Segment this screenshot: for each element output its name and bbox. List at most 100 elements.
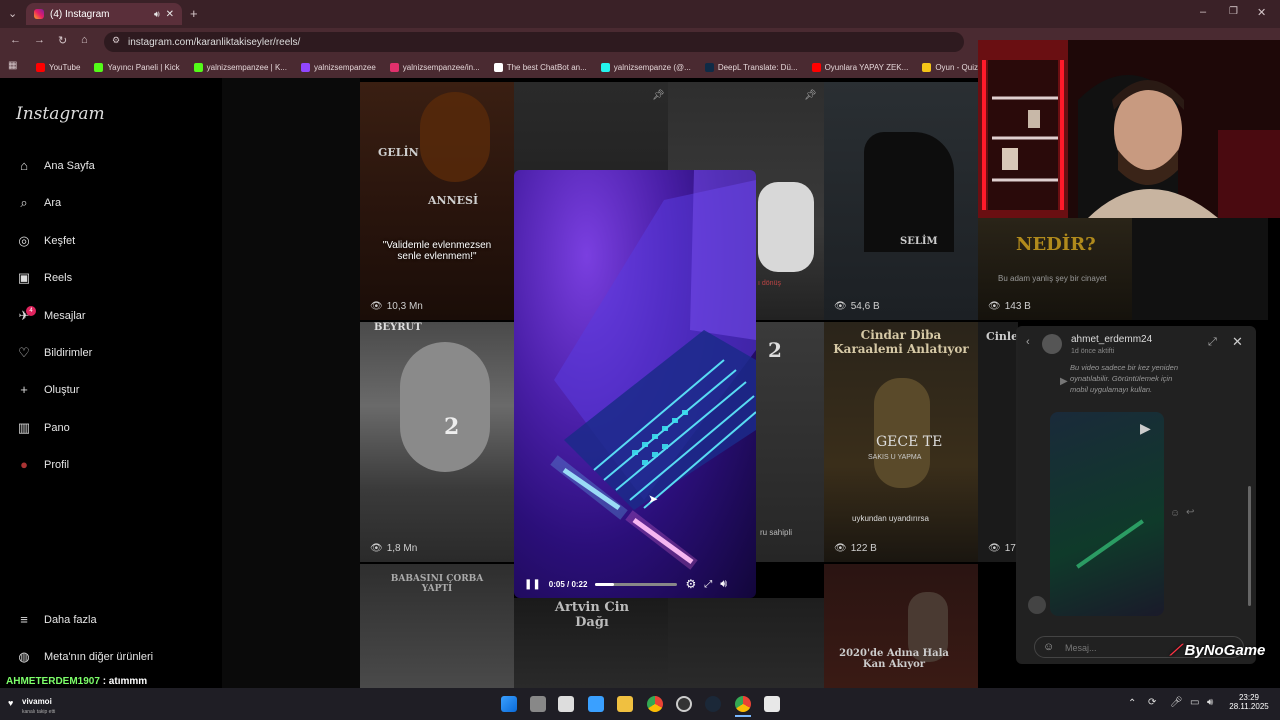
- bynogame-logo-icon: ⟋: [1170, 642, 1181, 659]
- microphone-icon[interactable]: 🎤︎: [1170, 697, 1183, 708]
- sidebar-item-ana-sayfa[interactable]: ⌂ Ana Sayfa: [16, 158, 95, 173]
- tile-label: ANNESİ: [428, 194, 479, 207]
- chrome-icon[interactable]: [647, 696, 663, 712]
- view-count: 👁︎ 10,3 Mn: [370, 301, 423, 312]
- tray-chevron-icon[interactable]: ⌃: [1128, 698, 1136, 709]
- settings-gear-icon[interactable]: ⚙: [685, 577, 696, 591]
- emoji-icon[interactable]: ☺: [1043, 641, 1054, 653]
- network-icon[interactable]: ⟳: [1148, 697, 1156, 708]
- tab-audio-icon[interactable]: 🔊︎: [154, 9, 160, 20]
- tab-list-chevron-icon[interactable]: ⌄: [8, 7, 17, 20]
- reel-tile[interactable]: BEYRUT 2 👁︎ 1,8 Mn: [360, 322, 514, 562]
- task-view-icon[interactable]: [530, 696, 546, 712]
- reel-video-player[interactable]: ➤: [514, 170, 756, 598]
- sidebar-item-olu-tur[interactable]: + Oluştur: [16, 382, 79, 397]
- bookmark-label: yalnizsempanzee | K...: [206, 62, 287, 72]
- bookmark-item[interactable]: yalnizsempanzee: [300, 62, 376, 72]
- minimize-button[interactable]: –: [1200, 6, 1206, 18]
- windows-taskbar: [0, 688, 1280, 720]
- windows-start-icon[interactable]: [501, 696, 517, 712]
- bookmark-item[interactable]: Oyun - Quizei: [922, 62, 984, 72]
- reply-icon[interactable]: ↩: [1186, 507, 1194, 518]
- restore-button[interactable]: ❐: [1229, 6, 1238, 17]
- home-icon[interactable]: ⌂: [81, 34, 88, 46]
- sidebar-item-label: Reels: [44, 272, 73, 285]
- meta-products-button[interactable]: ◍ Meta'nın diğer ürünleri: [16, 649, 153, 665]
- site-info-icon[interactable]: ⚙: [112, 35, 120, 46]
- window-close-button[interactable]: ✕: [1257, 6, 1266, 19]
- sidebar-item-label: Profil: [44, 458, 70, 471]
- close-icon[interactable]: ✕: [1232, 334, 1243, 350]
- video-progress-bar[interactable]: [595, 582, 678, 586]
- speaker-icon[interactable]: 🔊︎: [1207, 697, 1213, 708]
- snipping-tool-icon[interactable]: [558, 696, 574, 712]
- reel-tile[interactable]: BABASINI ÇORBA YAPTI: [360, 564, 514, 688]
- pause-icon[interactable]: ❚❚: [524, 579, 541, 590]
- volume-icon[interactable]: 🔊︎: [720, 578, 727, 591]
- more-menu-button[interactable]: ≡ Daha fazla: [16, 612, 96, 627]
- eye-icon: 👁︎: [988, 301, 1001, 312]
- sidebar-item-bildirimler[interactable]: ♡ Bildirimler: [16, 345, 92, 361]
- sidebar-item-ke-fet[interactable]: ◎ Keşfet: [16, 233, 75, 249]
- bookmark-item[interactable]: The best ChatBot an...: [493, 62, 587, 72]
- sidebar-item-pano[interactable]: ▥ Pano: [16, 420, 70, 436]
- bookmark-item[interactable]: yalnizsempanzee | K...: [193, 62, 287, 72]
- bookmark-item[interactable]: yalnizsempanzee/in...: [389, 62, 480, 72]
- address-bar[interactable]: ⚙ instagram.com/karanliktakiseyler/reels…: [104, 32, 964, 52]
- reel-tile[interactable]: [668, 598, 824, 688]
- reel-tile[interactable]: NEDİR? Bu adam yanlış şey bir cinayet 👁︎…: [978, 218, 1132, 320]
- chevron-left-icon[interactable]: ‹: [1026, 336, 1030, 348]
- bookmark-label: Oyunlara YAPAY ZEK...: [824, 62, 909, 72]
- bookmark-item[interactable]: yalnizsempanze (@...: [600, 62, 691, 72]
- sidebar-nav-icon: ▣: [17, 270, 31, 286]
- tile-caption: ı dönüş: [758, 280, 781, 287]
- apps-grid-icon[interactable]: ▦: [8, 60, 17, 71]
- reel-tile[interactable]: Artvin Cin Dağı: [514, 598, 668, 688]
- browser-tab[interactable]: (4) Instagram 🔊︎ ✕: [26, 3, 182, 25]
- sidebar-nav-icon: ●: [20, 457, 28, 473]
- bookmark-item[interactable]: DeepL Translate: Dü...: [704, 62, 798, 72]
- forward-icon[interactable]: →: [34, 34, 45, 46]
- back-icon[interactable]: ←: [10, 34, 21, 46]
- photos-app-icon[interactable]: [588, 696, 604, 712]
- sidebar-nav-icon: ⌂: [20, 158, 28, 173]
- bookmark-item[interactable]: Yayıncı Paneli | Kick: [94, 62, 180, 72]
- tab-close-icon[interactable]: ✕: [166, 9, 174, 20]
- eye-icon: 👁︎: [370, 301, 383, 312]
- chrome-active-icon[interactable]: [735, 696, 751, 712]
- obs-icon[interactable]: [676, 696, 692, 712]
- chat-scrollbar[interactable]: [1248, 486, 1251, 606]
- file-explorer-icon[interactable]: [617, 696, 633, 712]
- reel-tile[interactable]: [1132, 218, 1268, 320]
- sidebar-item-ara[interactable]: ⌕ Ara: [16, 195, 61, 211]
- shared-video-thumbnail[interactable]: ▶: [1050, 412, 1164, 616]
- reel-tile[interactable]: Cinle 👁︎ 17: [978, 322, 1018, 562]
- reel-tile[interactable]: 2020'de Adına Hala Kan Akıyor: [824, 564, 978, 688]
- reel-tile[interactable]: SELİM 👁︎ 54,6 B: [824, 82, 978, 320]
- avatar: [1028, 596, 1046, 614]
- bookmark-item[interactable]: YouTube: [36, 62, 80, 72]
- reel-tile[interactable]: 2 ru sahipli: [756, 322, 824, 562]
- reel-tile[interactable]: Cindar Diba Karaalemi Anlatıyor GECE TE …: [824, 322, 978, 562]
- fullscreen-icon[interactable]: ⤢: [704, 579, 712, 590]
- sidebar-item-label: Bildirimler: [44, 347, 93, 359]
- instagram-logo[interactable]: Instagram: [16, 104, 105, 124]
- sidebar-item-reels[interactable]: ▣ Reels: [16, 270, 72, 286]
- display-icon[interactable]: ▭: [1190, 697, 1199, 708]
- sidebar-nav-icon: ⌕: [20, 195, 28, 211]
- media-player-icon[interactable]: [764, 696, 780, 712]
- react-icon[interactable]: ☺: [1170, 508, 1180, 519]
- clock[interactable]: 23:29 28.11.2025: [1226, 693, 1272, 711]
- reload-icon[interactable]: ↻: [58, 34, 67, 47]
- chat-username[interactable]: ahmet_erdemm24: [1071, 334, 1152, 345]
- expand-icon[interactable]: ⤢: [1208, 336, 1217, 349]
- bookmark-item[interactable]: Oyunlara YAPAY ZEK...: [811, 62, 909, 72]
- avatar[interactable]: [1042, 334, 1062, 354]
- steam-icon[interactable]: [705, 696, 721, 712]
- view-count: 👁︎ 143 B: [988, 301, 1031, 312]
- reel-tile[interactable]: GELİN ANNESİ "Validemle evlenmezsen senl…: [360, 82, 514, 320]
- bookmark-favicon-icon: [193, 62, 203, 72]
- sidebar-item-profil[interactable]: ● Profil: [16, 457, 69, 472]
- new-tab-button[interactable]: +: [190, 6, 198, 21]
- play-icon[interactable]: ▶: [1140, 420, 1151, 437]
